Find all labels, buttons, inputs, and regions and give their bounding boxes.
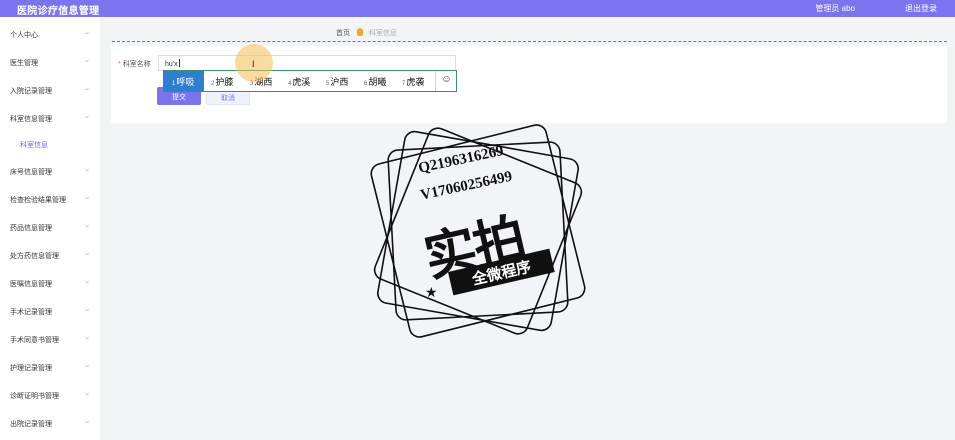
hand-pointer-icon [356,28,363,36]
chevron-down-icon: ⌄ [83,334,91,341]
current-user: 管理员 abo [815,4,855,13]
sidebar: 个人中心 ⌄ 医生管理 ⌄ 入院记录管理 ⌄ 科室信息管理 ⌄ 科室信息 床号信… [0,17,100,440]
ime-candidate[interactable]: 7虎袭 [402,71,424,91]
sidebar-item-admission-records[interactable]: 入院记录管理 ⌄ [0,81,100,101]
chevron-down-icon: ⌄ [83,29,91,36]
sidebar-item-department-management[interactable]: 科室信息管理 ⌄ [0,109,100,129]
sidebar-item-discharge-records[interactable]: 出院记录管理 ⌄ [0,414,100,434]
chevron-down-icon: ⌄ [83,250,91,257]
field-label-text: 科室名称 [122,61,151,68]
ime-candidate[interactable]: 6胡曦 [364,71,386,91]
ime-candidate-bar: 1呼吸 2护膝 3湖西 4虎溪 5沪西 6胡曦 7虎袭 ☺ [163,70,457,92]
chevron-down-icon: ⌄ [83,306,91,313]
required-mark: * [118,61,121,68]
app-title: 医院诊疗信息管理 [17,6,100,17]
ime-candidate[interactable]: 2护膝 [211,71,233,91]
sidebar-item-drug-info[interactable]: 药品信息管理 ⌄ [0,218,100,238]
text-cursor-icon: I [252,59,255,69]
sidebar-item-label: 药品信息管理 [10,225,52,232]
sidebar-item-label: 个人中心 [10,32,38,39]
chevron-down-icon: ⌄ [83,222,91,229]
sidebar-item-exam-results[interactable]: 检查检验结果管理 ⌄ [0,190,100,210]
sidebar-item-surgery-consent[interactable]: 手术同意书管理 ⌄ [0,330,100,350]
sidebar-item-medical-orders[interactable]: 医嘱信息管理 ⌄ [0,274,100,294]
divider [112,41,947,42]
chevron-down-icon: ⌄ [83,113,91,120]
sidebar-item-label: 医生管理 [10,60,38,67]
ime-candidate[interactable]: 5沪西 [326,71,348,91]
sidebar-item-label: 手术记录管理 [10,309,52,316]
sidebar-item-nursing-records[interactable]: 护理记录管理 ⌄ [0,358,100,378]
sidebar-item-label: 医嘱信息管理 [10,281,52,288]
chevron-down-icon: ⌄ [83,85,91,92]
sidebar-item-surgery-records[interactable]: 手术记录管理 ⌄ [0,302,100,322]
sidebar-item-bed-management[interactable]: 床号信息管理 ⌄ [0,162,100,182]
sidebar-item-label: 护理记录管理 [10,365,52,372]
chevron-down-icon: ⌄ [83,57,91,64]
chevron-down-icon: ⌄ [83,166,91,173]
sidebar-item-label: 诊断证明书管理 [10,393,59,400]
input-value: hu'x [165,61,178,68]
chevron-down-icon: ⌄ [83,194,91,201]
sidebar-item-label: 出院记录管理 [10,421,52,428]
sidebar-item-prescription-drugs[interactable]: 处方药信息管理 ⌄ [0,246,100,266]
breadcrumb: 首页 科室信息 [336,28,397,38]
watermark-stamp: Q2196316269 V17060256499 实拍 全微程序 ★ ★ [370,124,586,338]
sidebar-item-label: 床号信息管理 [10,169,52,176]
star-icon: ★ [425,284,438,300]
chevron-down-icon: ⌄ [83,362,91,369]
department-name-label: * 科室名称 [118,59,151,69]
sidebar-item-label: 科室信息管理 [10,116,52,123]
sidebar-item-label: 手术同意书管理 [10,337,59,344]
chevron-down-icon: ⌄ [83,278,91,285]
breadcrumb-home[interactable]: 首页 [336,30,350,37]
chevron-down-icon: ⌄ [83,418,91,425]
sidebar-item-label: 入院记录管理 [10,88,52,95]
sidebar-item-label: 科室信息 [20,142,48,149]
top-bar: 医院诊疗信息管理 管理员 abo 退出登录 [0,0,955,17]
text-caret [178,59,180,67]
logout-link[interactable]: 退出登录 [905,3,937,14]
ime-candidate[interactable]: 1呼吸 [164,71,204,91]
smiley-icon[interactable]: ☺ [435,71,457,91]
sidebar-item-personal-center[interactable]: 个人中心 ⌄ [0,25,100,45]
sidebar-item-label: 检查检验结果管理 [10,197,66,204]
ime-candidate[interactable]: 4虎溪 [288,71,310,91]
sidebar-item-label: 处方药信息管理 [10,253,59,260]
sidebar-subitem-department-info[interactable]: 科室信息 [0,135,100,155]
chevron-down-icon: ⌄ [83,390,91,397]
breadcrumb-current: 科室信息 [368,30,397,37]
sidebar-item-doctors[interactable]: 医生管理 ⌄ [0,53,100,73]
sidebar-item-diagnosis-certificate[interactable]: 诊断证明书管理 ⌄ [0,386,100,406]
department-name-input[interactable]: hu'x [158,55,456,71]
star-icon: ★ [541,254,554,270]
